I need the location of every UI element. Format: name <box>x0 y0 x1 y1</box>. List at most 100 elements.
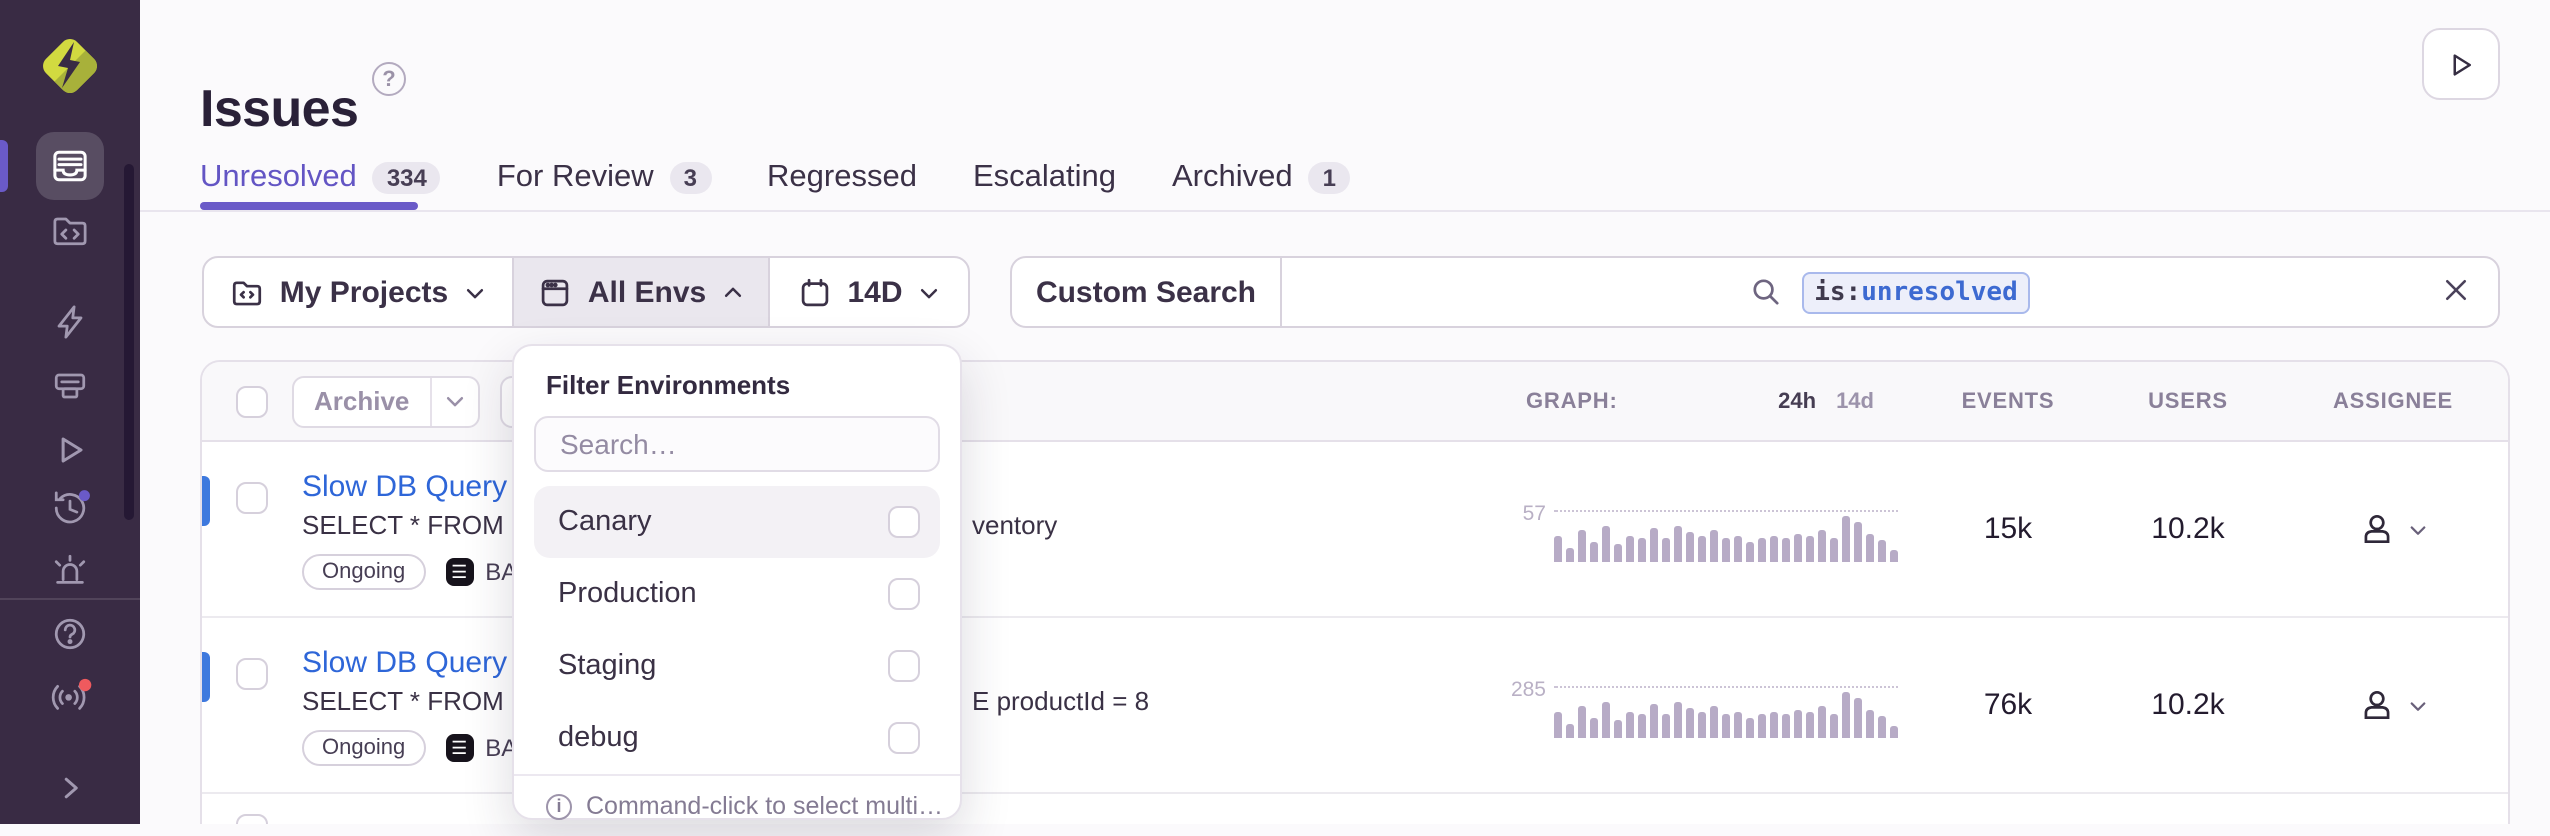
sidebar-item-whats-new[interactable] <box>0 674 140 718</box>
issue-message-right: ventory <box>972 510 1057 540</box>
env-option-checkbox[interactable] <box>888 650 920 682</box>
assignee-column-header: ASSIGNEE <box>2333 389 2453 413</box>
tab-label: Regressed <box>767 160 917 196</box>
app-logo[interactable] <box>0 26 140 106</box>
tab-label: For Review <box>497 160 654 196</box>
tab-for-review[interactable]: For Review 3 <box>497 160 711 196</box>
calendar-icon <box>797 275 831 309</box>
env-option-checkbox[interactable] <box>888 722 920 754</box>
footer-hint-text: Command-click to select multi… <box>586 792 943 820</box>
date-range-filter-button[interactable]: 14D <box>768 258 968 326</box>
sidebar-item-projects[interactable] <box>0 208 140 252</box>
custom-search-button[interactable]: Custom Search <box>1012 258 1280 326</box>
stats-monitor-icon <box>48 364 92 408</box>
page-filter-group: My Projects All Envs 1 <box>202 256 970 328</box>
environment-search-input[interactable] <box>556 426 918 462</box>
env-option-debug[interactable]: debug <box>534 702 940 774</box>
page-title: Issues <box>200 79 358 141</box>
graph-peak-line <box>1554 509 1898 511</box>
archive-dropdown-arrow[interactable] <box>429 375 477 427</box>
tour-play-button[interactable] <box>2422 28 2500 100</box>
status-badge[interactable]: Ongoing <box>302 730 425 766</box>
sidebar-item-help[interactable] <box>0 612 140 656</box>
issues-page: Issues ? Unresolved 334 For Review 3 Reg… <box>0 0 2550 824</box>
platform-icon: ☰ <box>445 558 473 586</box>
environments-dropdown: Filter Environments Canary Production St… <box>512 344 962 820</box>
environment-search[interactable] <box>534 416 940 472</box>
env-option-label: Canary <box>558 506 652 538</box>
env-option-label: debug <box>558 722 639 754</box>
sidebar-item-stats[interactable] <box>0 364 140 408</box>
projects-filter-label: My Projects <box>280 275 448 309</box>
logo-icon <box>30 26 110 106</box>
chevron-down-icon <box>919 281 941 303</box>
projects-folder-icon <box>230 275 264 309</box>
status-badge[interactable]: Ongoing <box>302 554 425 590</box>
events-count: 76k <box>1984 688 2032 722</box>
dropdown-title: Filter Environments <box>534 366 940 416</box>
custom-search-label: Custom Search <box>1036 275 1256 309</box>
graph-peak-label: 285 <box>1486 677 1546 701</box>
tab-regressed[interactable]: Regressed <box>767 160 917 196</box>
active-tab-underline <box>200 202 418 210</box>
sparkline-bars <box>1554 513 1898 561</box>
tab-count-badge: 3 <box>670 162 711 194</box>
title-help-icon[interactable]: ? <box>372 62 406 96</box>
tab-label: Escalating <box>973 160 1116 196</box>
token-value: unresolved <box>1861 277 2018 307</box>
archive-label: Archive <box>294 386 429 416</box>
sidebar-item-alerts[interactable] <box>0 548 140 592</box>
siren-icon <box>48 548 92 592</box>
chevron-up-icon <box>722 281 744 303</box>
graph-period-14d[interactable]: 14d <box>1836 389 1874 413</box>
env-option-staging[interactable]: Staging <box>534 630 940 702</box>
tab-label: Unresolved <box>200 160 357 196</box>
bulk-archive-button[interactable]: Archive <box>292 375 479 427</box>
sidebar-item-releases[interactable] <box>0 428 140 472</box>
events-count: 15k <box>1984 512 2032 546</box>
issues-inbox-icon <box>48 144 92 188</box>
clear-search-button[interactable] <box>2442 276 2470 304</box>
env-option-checkbox[interactable] <box>888 578 920 610</box>
select-all-checkbox[interactable] <box>236 386 268 418</box>
tab-escalating[interactable]: Escalating <box>973 160 1116 196</box>
chevron-down-icon <box>2408 695 2428 715</box>
sidebar-collapse-button[interactable] <box>0 768 140 808</box>
tab-unresolved[interactable]: Unresolved 334 <box>200 160 441 196</box>
users-column-header: USERS <box>2148 389 2228 413</box>
sidebar-item-performance[interactable] <box>0 300 140 344</box>
search-bar-group: Custom Search is:unresolved <box>1010 256 2500 328</box>
projects-folder-icon <box>48 208 92 252</box>
row-checkbox[interactable] <box>236 814 268 824</box>
env-option-canary[interactable]: Canary <box>534 486 940 558</box>
tab-archived[interactable]: Archived 1 <box>1172 160 1350 196</box>
row-checkbox[interactable] <box>236 482 268 514</box>
lightning-icon <box>48 300 92 344</box>
projects-filter-button[interactable]: My Projects <box>204 258 512 326</box>
users-count: 10.2k <box>2151 688 2224 722</box>
env-option-checkbox[interactable] <box>888 506 920 538</box>
row-checkbox[interactable] <box>236 658 268 690</box>
env-option-production[interactable]: Production <box>534 558 940 630</box>
graph-period-24h[interactable]: 24h <box>1778 389 1816 413</box>
env-option-label: Staging <box>558 650 656 682</box>
issue-search-input[interactable]: is:unresolved <box>1280 258 2498 326</box>
assignee-selector[interactable] <box>2358 510 2428 548</box>
dropdown-footer-hint: i Command-click to select multi… <box>514 774 960 836</box>
environments-filter-label: All Envs <box>588 275 706 309</box>
environments-filter-button[interactable]: All Envs <box>512 258 768 326</box>
play-icon <box>2446 49 2476 79</box>
user-icon <box>2358 510 2396 548</box>
graph-peak-line <box>1554 685 1898 687</box>
sidebar-item-replays[interactable] <box>0 486 140 530</box>
search-icon <box>1750 276 1782 308</box>
search-filter-token[interactable]: is:unresolved <box>1802 271 2030 313</box>
chevron-right-icon <box>50 768 90 808</box>
sparkline-bars <box>1554 689 1898 737</box>
sidebar-item-issues[interactable] <box>0 144 140 188</box>
assignee-selector[interactable] <box>2358 686 2428 724</box>
clock-history-icon <box>48 486 92 530</box>
token-key: is: <box>1814 277 1861 307</box>
users-count: 10.2k <box>2151 512 2224 546</box>
tab-count-badge: 1 <box>1309 162 1350 194</box>
